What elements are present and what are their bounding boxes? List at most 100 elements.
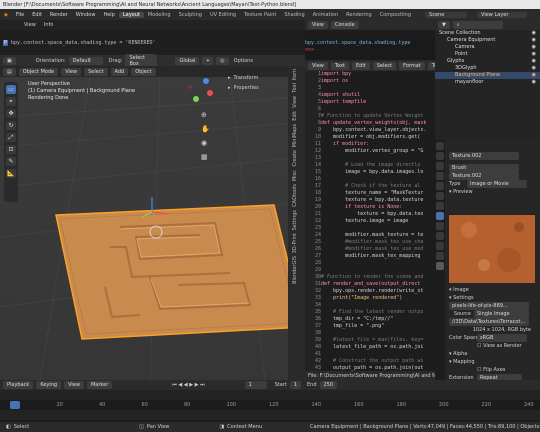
workspace-tab-modeling[interactable]: Modeling [144,12,175,18]
viewport-select-menu[interactable]: Select [84,67,108,76]
view-layer-selector[interactable]: View Layer [477,11,528,18]
object-tab-icon[interactable] [436,202,444,210]
3d-viewport[interactable]: ⊕ ✋ ◉ ▦ [0,77,305,380]
playhead[interactable] [10,401,20,409]
end-frame-field[interactable]: 250 [319,381,338,389]
select-box-tool-icon[interactable]: ▭ [6,85,16,94]
playback-menu[interactable]: Playback [3,381,34,389]
view-layer-tab-icon[interactable] [436,172,444,180]
texture-datablock-field[interactable]: Texture.002 [449,152,519,160]
outliner-row[interactable]: Camera Equipment ◉ [435,37,540,44]
properties-panel[interactable]: ▸ Properties [228,85,288,91]
visibility-icon[interactable]: ◉ [532,51,536,58]
python-console[interactable]: bpy.context.space_data.shading.type >>> [305,40,435,60]
workspace-tab-texture-paint[interactable]: Texture Paint [240,12,280,18]
mode-dropdown[interactable]: Object Mode [18,67,59,76]
render-tab-icon[interactable] [436,152,444,160]
transform-panel[interactable]: ▸ Transform [228,75,288,81]
n-tab-misc[interactable]: Misc [292,170,298,181]
scene-selector[interactable]: Scene [425,11,468,18]
snap-icon[interactable]: ⌖ [202,56,214,65]
texture-tab-icon[interactable] [436,262,444,270]
settings-section[interactable]: ▾ Settings [449,294,537,302]
n-tab-item[interactable]: Item [292,69,298,80]
world-tab-icon[interactable] [436,192,444,200]
frame-ruler[interactable]: 120406080100120140160180200220240 [0,400,540,410]
physics-tab-icon[interactable] [436,222,444,230]
info-info-menu[interactable]: Info [40,22,57,28]
console-console-menu[interactable]: Console [330,21,359,29]
menu-file[interactable]: File [12,12,28,18]
current-frame-field[interactable]: 1 [244,381,267,389]
viewport-add-menu[interactable]: Add [110,67,129,76]
transform-global-dropdown[interactable]: Global [175,56,200,65]
n-tab-tool[interactable]: Tool [292,83,298,93]
text-view-menu[interactable]: View [308,61,328,70]
outliner-row[interactable]: Scene Collection ◉ [435,30,540,37]
workspace-tab-compositing[interactable]: Compositing [376,12,415,18]
type-dropdown[interactable]: Image or Movie [467,180,527,188]
marker-menu[interactable]: Marker [86,381,113,389]
constraints-tab-icon[interactable] [436,232,444,240]
n-tab-edit[interactable]: Edit [292,111,298,121]
visibility-icon[interactable]: ◉ [532,72,536,79]
outliner-row[interactable]: Point ◉ [435,51,540,58]
code-area[interactable]: import bpy import os import shutil import t… [321,71,435,371]
text-edit-menu[interactable]: Edit [352,61,370,70]
modifier-tab-icon[interactable] [436,212,444,220]
options-dropdown[interactable]: Options [234,58,253,64]
timeline-view-menu[interactable]: View [64,381,84,389]
n-tab-settings[interactable]: Settings [292,210,298,231]
scale-tool-icon[interactable]: ⤢ [6,133,16,142]
source-dropdown[interactable]: Single Image [474,310,529,318]
visibility-icon[interactable]: ◉ [532,44,536,51]
outliner-search-input[interactable]: ⌕ [452,21,503,29]
workspace-tab-layout[interactable]: Layout [118,11,144,18]
tool-tab-icon[interactable] [436,142,444,150]
view-as-render-row[interactable]: ☐ View as Render [449,342,537,350]
menu-edit[interactable]: Edit [28,12,46,18]
n-tab-minimaps[interactable]: MiniMaps [292,124,298,147]
workspace-tab-shading[interactable]: Shading [280,12,308,18]
output-tab-icon[interactable] [436,162,444,170]
menu-window[interactable]: Window [72,12,100,18]
outliner-row[interactable]: Camera ◉ [435,44,540,51]
n-tab-3d-print[interactable]: 3D-Print [292,233,298,253]
visibility-icon[interactable]: ◉ [532,30,536,37]
image-datablock-field[interactable]: pixels-life-of-pix-889... [449,302,529,310]
cursor-tool-icon[interactable]: ⌖ [6,97,16,106]
menu-render[interactable]: Render [46,12,72,18]
info-view-menu[interactable]: View [20,22,40,28]
rotate-tool-icon[interactable]: ↻ [6,121,16,130]
material-tab-icon[interactable] [436,252,444,260]
n-tab-view[interactable]: View [292,96,298,108]
transform-tool-icon[interactable]: ⊡ [6,145,16,154]
colorspace-dropdown[interactable]: sRGB [477,334,527,342]
playback-controls[interactable]: ⏮ ◀ ◀ ▶ ▶ ⏭ [172,382,204,388]
python-log-line[interactable]: P bpy.context.space_data.shading.type = … [3,40,156,46]
workspace-tab-sculpting[interactable]: Sculpting [175,12,206,18]
n-tab-create[interactable]: Create [292,150,298,167]
filepath-field[interactable]: //3D\Data\Textures\Terracot... [449,318,529,326]
visibility-icon[interactable]: ◉ [532,79,536,86]
viewport-view-menu[interactable]: View [61,67,82,76]
keying-menu[interactable]: Keying [36,381,62,389]
start-frame-field[interactable]: 1 [289,381,302,389]
orientation-dropdown[interactable]: Default [68,56,103,65]
n-tab-cadtools[interactable]: CADtools [292,184,298,207]
image-section[interactable]: ▾ Image [449,286,537,294]
outliner-row[interactable]: 3DGlyph ◉ [435,65,540,72]
scene-tab-icon[interactable] [436,182,444,190]
viewport-object-menu[interactable]: Object [131,67,156,76]
flip-axes-row[interactable]: ☐ Flip Axes [449,366,537,374]
mapping-row[interactable]: ▾ Mapping [449,358,537,366]
outliner-row[interactable]: Glyphs ◉ [435,58,540,65]
mode-icon[interactable]: ▤ [3,67,16,76]
outliner-row[interactable]: Background Plane ◉ [435,72,540,79]
n-tab-blendergis[interactable]: BlenderGIS [292,256,298,284]
measure-tool-icon[interactable]: 📐 [6,169,16,178]
editor-type-icon[interactable]: ▣ [3,56,16,65]
visibility-icon[interactable]: ◉ [532,58,536,65]
workspace-tab-rendering[interactable]: Rendering [342,12,376,18]
text-text-menu[interactable]: Text [330,61,349,70]
